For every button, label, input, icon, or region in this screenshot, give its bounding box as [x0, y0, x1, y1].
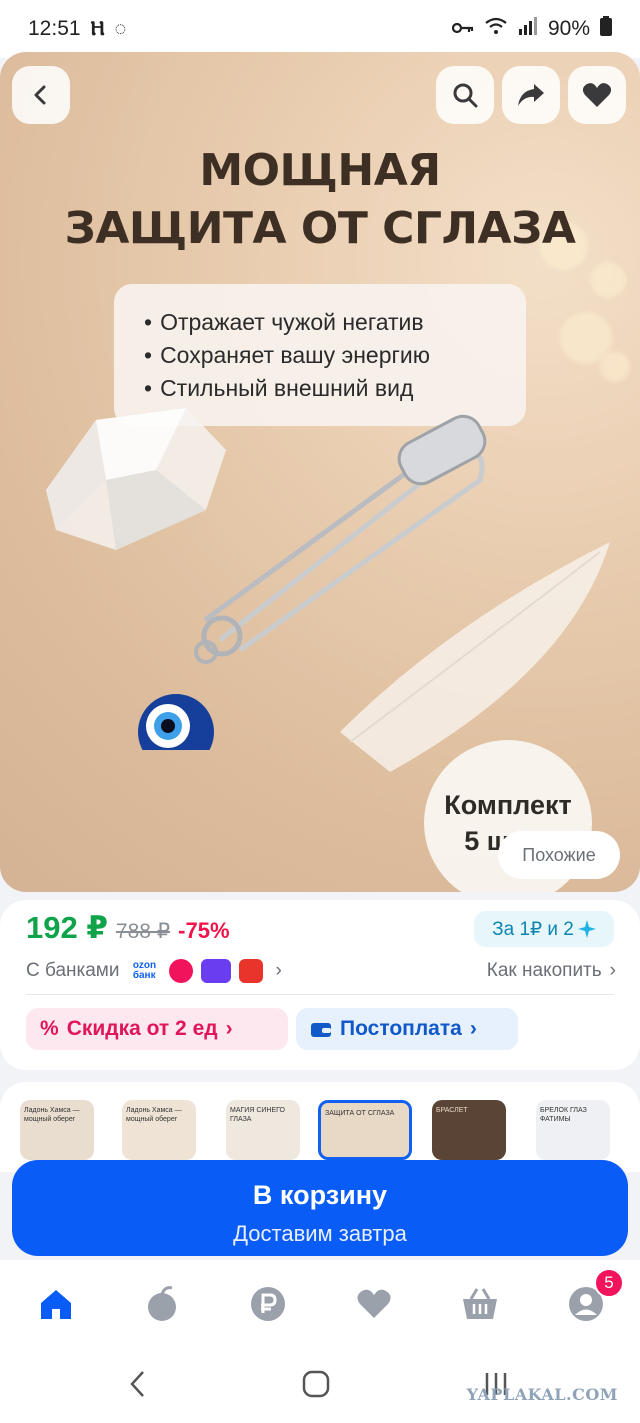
discount-percent: -75%: [178, 918, 230, 943]
discount-chip-label: Скидка от 2 ед: [66, 1017, 218, 1040]
thumbnail[interactable]: Ладонь Хамса — мощный оберег: [122, 1100, 196, 1160]
add-to-cart-button[interactable]: В корзину Доставим завтра: [12, 1160, 628, 1256]
feature-item: Отражает чужой негатив: [144, 306, 496, 339]
battery-icon: [600, 16, 612, 42]
search-button[interactable]: [436, 66, 494, 124]
chevron-right-icon: ›: [225, 1017, 233, 1040]
system-back-icon: [130, 1371, 144, 1397]
nav-finance[interactable]: [246, 1282, 290, 1326]
ozon-bank-logo: ozon банк: [127, 959, 162, 983]
chevron-right-icon: ›: [275, 960, 282, 981]
favorites-icon: [357, 1289, 391, 1318]
chevron-right-icon: ›: [469, 1017, 477, 1040]
home-icon: [41, 1290, 71, 1319]
nav-home[interactable]: [34, 1282, 78, 1326]
old-price: 788 ₽: [115, 920, 171, 943]
divider: [26, 994, 614, 995]
thumbnail-caption: БРАСЛЕТ: [436, 1107, 468, 1114]
system-home-icon: [302, 1370, 330, 1398]
back-button[interactable]: [12, 66, 70, 124]
app-notification-icon: Ⲏ: [90, 17, 105, 40]
set-badge-line-1: Комплект: [444, 790, 572, 820]
wifi-icon: [484, 17, 508, 41]
heart-icon: [582, 83, 612, 107]
variant-thumbnails: Ладонь Хамса — мощный оберег Ладонь Хамс…: [0, 1082, 640, 1172]
wallet-icon: [311, 1023, 331, 1037]
bank-logo-orange: [239, 959, 264, 983]
product-headline: МОЩНАЯ ЗАЩИТА ОТ СГЛАЗА: [0, 142, 640, 258]
price-card: 192 ₽ 788 ₽ -75% За 1₽ и 2 С банками ozo…: [0, 900, 640, 1070]
points-label: За 1₽ и 2: [492, 918, 574, 940]
bank-logo-red: [169, 959, 194, 983]
headline-line-2: ЗАЩИТА ОТ СГЛАЗА: [64, 203, 576, 254]
thumbnail[interactable]: БРЕЛОК ГЛАЗ ФАТИМЫ: [536, 1100, 610, 1160]
banks-label: С банками: [26, 960, 120, 981]
signal-icon: [518, 17, 538, 41]
product-image[interactable]: МОЩНАЯ ЗАЩИТА ОТ СГЛАЗА Отражает чужой н…: [0, 52, 640, 892]
thumbnail[interactable]: БРАСЛЕТ: [432, 1100, 506, 1160]
similar-button[interactable]: Похожие: [498, 831, 620, 879]
nav-fresh[interactable]: [140, 1282, 184, 1326]
thumbnail-caption: МАГИЯ СИНЕГО ГЛАЗА: [230, 1107, 285, 1123]
thumbnail-caption: Ладонь Хамса — мощный оберег: [126, 1107, 182, 1123]
postpay-chip-label: Постоплата: [340, 1017, 462, 1040]
favorite-button[interactable]: [568, 66, 626, 124]
thumbnail-caption: ЗАЩИТА ОТ СГЛАЗА: [325, 1110, 395, 1117]
thumbnail-selected[interactable]: ЗАЩИТА ОТ СГЛАЗА: [318, 1100, 412, 1160]
ruble-icon: [251, 1287, 285, 1321]
system-back-button[interactable]: [116, 1366, 160, 1402]
bottom-navigation: [0, 1260, 640, 1346]
chevron-right-icon: ›: [609, 960, 616, 981]
key-icon: [451, 17, 474, 41]
thumbnail[interactable]: МАГИЯ СИНЕГО ГЛАЗА: [226, 1100, 300, 1160]
discount-chip[interactable]: % Скидка от 2 ед ›: [26, 1008, 288, 1050]
current-price: 192 ₽: [26, 910, 108, 945]
cart-button-label: В корзину: [252, 1180, 388, 1210]
save-link[interactable]: Как накопить: [487, 960, 602, 982]
thumbnail-caption: БРЕЛОК ГЛАЗ ФАТИМЫ: [540, 1107, 587, 1123]
nav-favorites[interactable]: [352, 1282, 396, 1326]
bank-logo-purple: [201, 959, 232, 983]
search-icon: [453, 83, 478, 108]
percent-icon: %: [40, 1017, 59, 1040]
cart-icon: [463, 1288, 497, 1319]
points-chip[interactable]: За 1₽ и 2: [474, 911, 614, 947]
fresh-icon: [148, 1286, 176, 1321]
feature-item: Сохраняет вашу энергию: [144, 339, 496, 372]
sparkle-icon: [577, 920, 596, 938]
watermark: YAPLAKAL.COM: [466, 1385, 618, 1404]
back-icon: [34, 85, 46, 105]
delivery-label: Доставим завтра: [233, 1221, 407, 1246]
status-time: 12:51: [28, 17, 81, 40]
postpay-chip[interactable]: Постоплата ›: [296, 1008, 518, 1050]
system-home-button[interactable]: [294, 1366, 338, 1402]
profile-notification-badge: 5: [594, 1268, 624, 1298]
thumbnail[interactable]: Ладонь Хамса — мощный оберег: [20, 1100, 94, 1160]
status-bar: 12:51 Ⲏ ◌ 90%: [0, 0, 640, 58]
bank-offers-row[interactable]: С банками ozon банк › Как накопить ›: [26, 956, 616, 986]
thumbnail-caption: Ладонь Хамса — мощный оберег: [24, 1107, 80, 1123]
share-icon: [518, 84, 544, 106]
chat-notification-icon: ◌: [114, 17, 127, 40]
battery-percent: 90%: [547, 17, 590, 40]
headline-line-1: МОЩНАЯ: [199, 145, 441, 196]
share-button[interactable]: [502, 66, 560, 124]
nav-cart[interactable]: [458, 1282, 502, 1326]
